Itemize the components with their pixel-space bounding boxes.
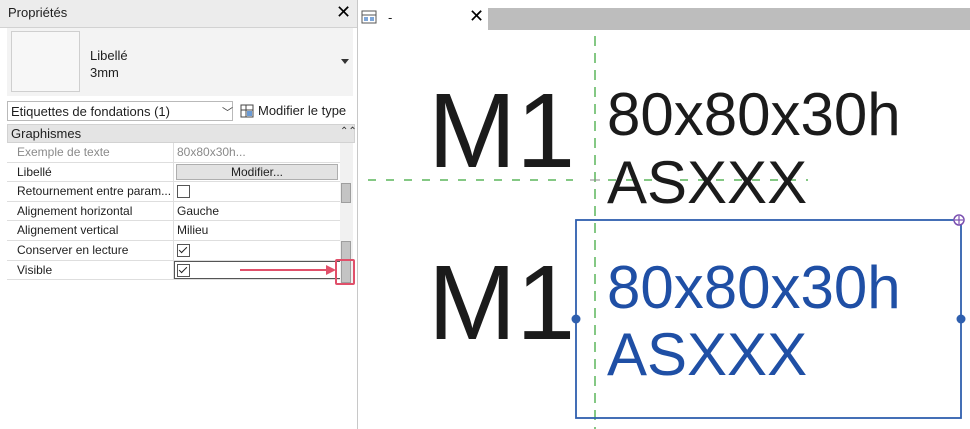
instance-filter-label: Etiquettes de fondations (1) [11,104,170,119]
keep-readable-checkbox[interactable] [177,243,190,257]
property-name: Visible [7,260,174,280]
drawing-canvas[interactable]: M1 80x80x30h ASXXX M1 80x80x30h ASXXX [358,30,970,429]
type-selector[interactable]: Libellé 3mm [7,28,353,96]
callout-highlight [335,259,355,285]
property-name: Alignement vertical [7,221,174,240]
group-label: Graphismes [11,126,82,141]
tag-reference-text[interactable]: ASXXX [607,153,807,213]
properties-panel: Propriétés ✕ Libellé 3mm Etiquettes de f… [0,0,358,429]
type-family-name: Libellé [90,48,128,63]
visible-checkbox[interactable] [177,263,190,277]
horizontal-align-value[interactable]: Gauche [174,202,343,221]
type-name: 3mm [90,65,119,80]
tab-strip [488,8,970,30]
view-tab-bar: - ✕ [358,6,970,30]
close-icon[interactable]: ✕ [336,2,351,22]
chevron-down-icon[interactable] [341,59,349,64]
chevron-down-icon[interactable]: ﹀ [222,104,233,120]
property-name: Retournement entre param... [7,182,174,201]
group-graphics-header[interactable]: Graphismes ⌃⌃ [7,124,357,143]
collapse-icon[interactable]: ⌃⌃ [340,126,357,137]
view-tab-label[interactable]: - [388,10,392,25]
property-row-flip: Retournement entre param... [7,182,340,202]
tag-mark[interactable]: M1 [428,250,575,356]
property-name: Libellé [7,162,174,182]
instance-filter-dropdown[interactable]: Etiquettes de fondations (1) ﹀ [7,101,233,121]
plan-view-icon [361,10,377,24]
property-row-keep-readable: Conserver en lecture [7,240,343,261]
selection-grip-right[interactable] [956,314,966,324]
vertical-align-value[interactable]: Milieu [174,221,343,240]
edit-label-button[interactable]: Modifier... [176,163,338,180]
property-value: Modifier... [174,163,343,182]
flip-checkbox[interactable] [177,185,190,199]
properties-title: Propriétés [8,5,68,20]
property-name: Exemple de texte [7,143,174,162]
edit-type-label: Modifier le type [258,103,347,118]
tag-dimension-text-selected[interactable]: 80x80x30h [607,258,901,318]
property-row-label: Libellé Modifier... [7,162,343,183]
property-name: Alignement horizontal [7,201,174,221]
rotate-icon[interactable] [953,214,965,226]
property-name: Conserver en lecture [7,240,174,260]
edit-type-icon [240,104,254,118]
property-row-horizontal-align: Alignement horizontal Gauche [7,201,343,222]
type-preview-image [11,31,80,92]
tag-mark[interactable]: M1 [428,78,575,184]
close-icon[interactable]: ✕ [469,6,484,26]
property-row-sample-text: Exemple de texte 80x80x30h... [7,143,340,163]
property-table: Exemple de texte 80x80x30h... Libellé Mo… [7,143,343,281]
properties-header: Propriétés ✕ [0,0,357,28]
scrollbar-thumb[interactable] [341,183,351,203]
property-value [174,182,343,201]
tag-reference-text-selected[interactable]: ASXXX [607,325,807,385]
callout-arrow [240,265,336,275]
property-value [174,241,343,260]
property-row-vertical-align: Alignement vertical Milieu [7,221,340,241]
tag-dimension-text[interactable]: 80x80x30h [607,85,901,145]
property-value: 80x80x30h... [177,145,246,159]
